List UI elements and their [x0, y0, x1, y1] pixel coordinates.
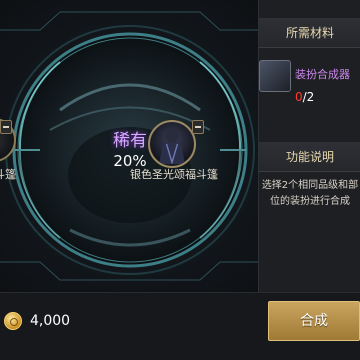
synthesis-scene: 斗篷 银色圣光颂福斗篷 稀有 20% — [0, 0, 258, 292]
gold-cost: 4,000 — [30, 313, 71, 329]
materials-header: 所需材料 — [259, 18, 360, 48]
function-header: 功能说明 — [259, 142, 360, 172]
footer-bar: 4,000 合成 — [0, 292, 360, 360]
rarity-percent: 20% — [113, 152, 147, 170]
material-need: /2 — [302, 90, 315, 104]
material-name: 装扮合成器 — [295, 68, 350, 81]
cube-synthesizer-icon[interactable] — [259, 60, 291, 92]
left-slot-label: 斗篷 — [0, 168, 16, 181]
gold-coin-icon — [4, 312, 22, 330]
function-description: 选择2个相同品级和部位的装扮进行合成 — [261, 180, 359, 207]
rarity-label: 稀有 — [113, 131, 147, 151]
craft-button[interactable]: 合成 — [268, 301, 360, 341]
remove-right-icon[interactable] — [192, 120, 204, 134]
info-panel: 所需材料 装扮合成器 0/2 功能说明 选择2个相同品级和部位的装扮进行合成 — [258, 0, 360, 292]
remove-left-icon[interactable] — [0, 120, 12, 134]
material-have: 0 — [295, 90, 303, 104]
material-count: 0/2 — [295, 90, 314, 104]
